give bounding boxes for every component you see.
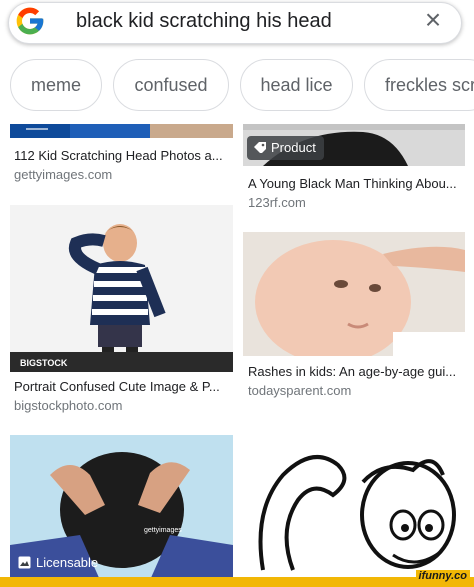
- bigstock-watermark: BIGSTOCK: [20, 358, 68, 368]
- licensable-label: Licensable: [36, 555, 99, 570]
- chip-confused[interactable]: confused: [113, 59, 229, 111]
- image-icon: [18, 556, 31, 569]
- chip-meme[interactable]: meme: [10, 59, 102, 111]
- result-image-1-graphic: [10, 124, 233, 138]
- result-domain-1[interactable]: gettyimages.com: [14, 167, 112, 182]
- result-title-3[interactable]: Portrait Confused Cute Image & P...: [14, 379, 220, 394]
- result-image-4-graphic: [243, 232, 465, 356]
- result-image-1[interactable]: [10, 124, 233, 138]
- product-badge: Product: [247, 136, 324, 160]
- tag-icon: [254, 142, 266, 154]
- result-image-3-graphic: BIGSTOCK: [10, 205, 233, 372]
- result-domain-2[interactable]: 123rf.com: [248, 195, 306, 210]
- chip-freckles-scratching[interactable]: freckles scratching: [364, 59, 474, 111]
- result-title-1[interactable]: 112 Kid Scratching Head Photos a...: [14, 148, 223, 163]
- google-logo-icon: [16, 7, 44, 35]
- result-image-4[interactable]: [243, 232, 465, 356]
- search-query-text[interactable]: black kid scratching his head: [76, 10, 332, 33]
- result-image-3[interactable]: BIGSTOCK: [10, 205, 233, 372]
- result-image-6[interactable]: [243, 420, 465, 580]
- clear-search-icon[interactable]: ×: [418, 5, 448, 35]
- ifunny-watermark: ifunny.co: [415, 570, 470, 582]
- footer-strip: [0, 577, 474, 587]
- result-image-6-graphic: [243, 420, 465, 580]
- getty-watermark: gettyimages: [144, 527, 182, 534]
- chip-head-lice[interactable]: head lice: [240, 59, 353, 111]
- result-title-4[interactable]: Rashes in kids: An age-by-age gui...: [248, 364, 456, 379]
- result-domain-3[interactable]: bigstockphoto.com: [14, 398, 122, 413]
- product-badge-label: Product: [271, 140, 316, 155]
- result-domain-4[interactable]: todaysparent.com: [248, 383, 351, 398]
- licensable-badge: Licensable: [18, 555, 98, 570]
- result-title-2[interactable]: A Young Black Man Thinking Abou...: [248, 176, 457, 191]
